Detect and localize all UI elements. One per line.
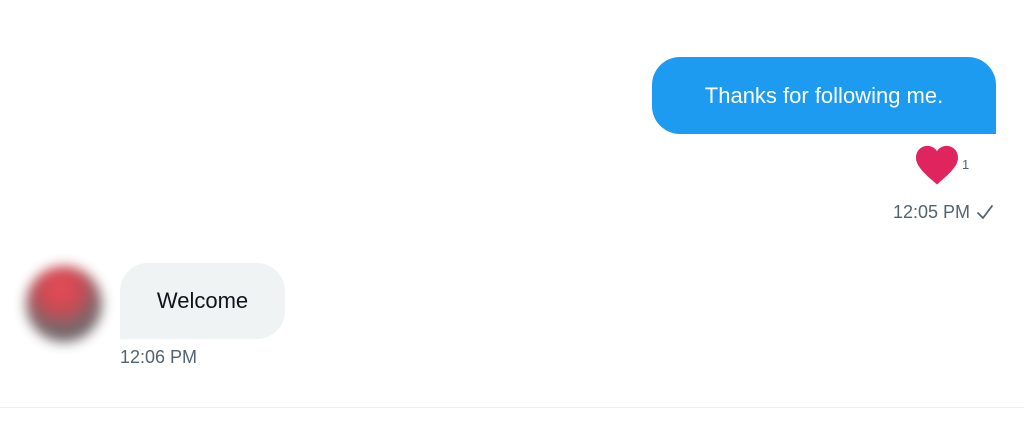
- divider: [0, 407, 1024, 408]
- incoming-message-text: Welcome: [156, 288, 249, 313]
- check-icon: [977, 205, 993, 219]
- conversation-view: Thanks for following me. 1 12:05 PM Welc…: [0, 0, 1024, 439]
- incoming-message-bubble[interactable]: Welcome: [120, 263, 285, 339]
- incoming-message-meta: 12:06 PM: [120, 345, 197, 369]
- incoming-timestamp: 12:06 PM: [120, 346, 198, 367]
- outgoing-message-text: Thanks for following me.: [704, 82, 944, 108]
- heart-icon: [916, 145, 958, 185]
- outgoing-message-meta: 12:05 PM: [893, 200, 994, 224]
- avatar[interactable]: [26, 266, 102, 342]
- outgoing-message-bubble[interactable]: Thanks for following me.: [652, 57, 996, 134]
- reaction-count: 1: [962, 157, 970, 172]
- message-reaction[interactable]: 1: [914, 142, 974, 186]
- outgoing-timestamp: 12:05 PM: [892, 201, 970, 222]
